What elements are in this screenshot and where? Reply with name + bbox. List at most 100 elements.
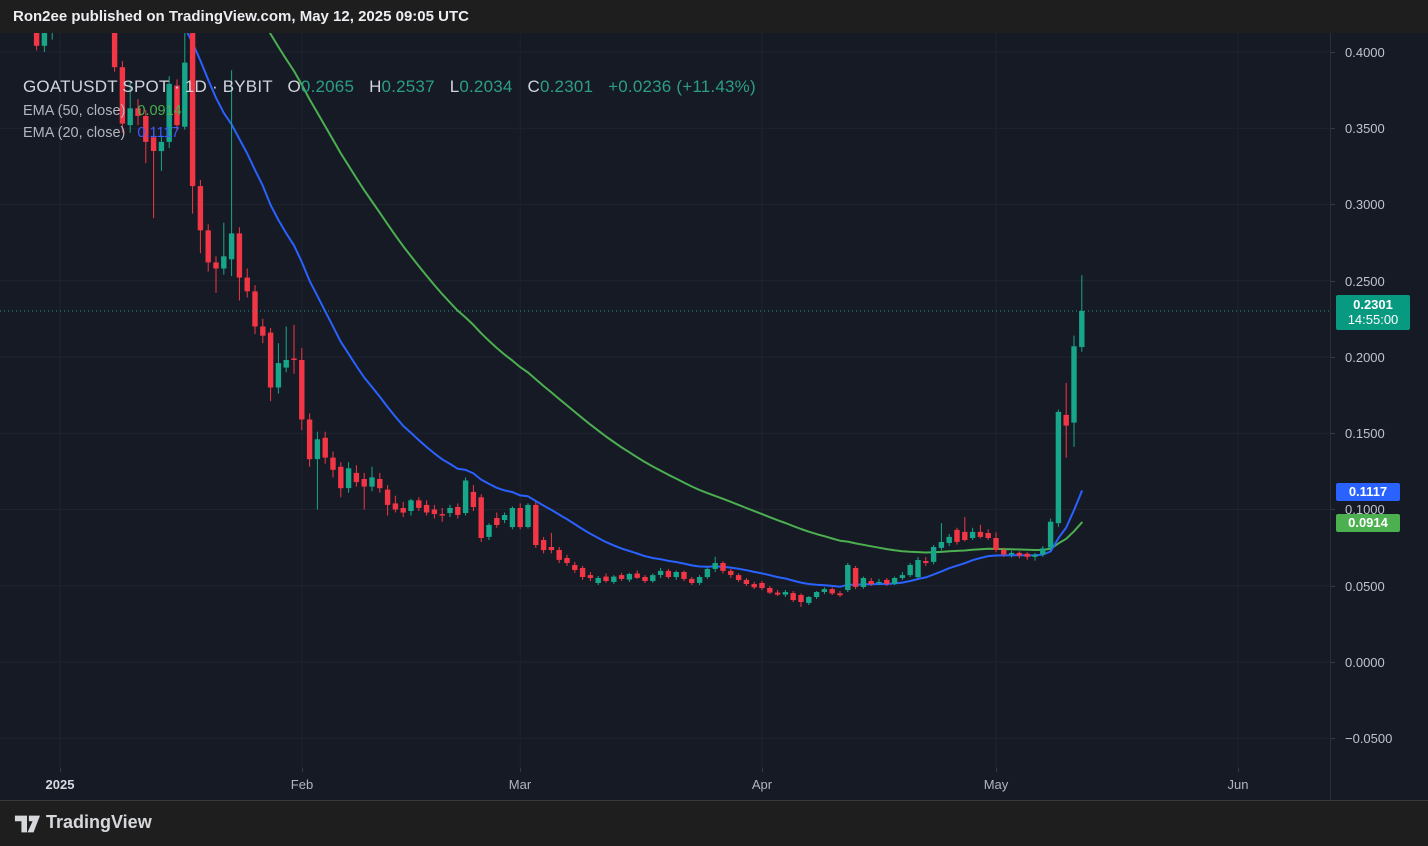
candle-body [471,492,476,507]
candle-body [947,537,952,543]
candle-body [260,327,265,336]
price-axis-tick [1331,128,1335,129]
candle-body [252,291,257,326]
candle-body [861,578,866,587]
candle-body [135,108,140,116]
candle-body [869,581,874,584]
candle-body [557,550,562,560]
candle-body [705,569,710,577]
candle-body [408,500,413,511]
candle-body [759,583,764,588]
candle-body [432,510,437,515]
candle-body [892,578,897,584]
candle-body [1009,553,1014,555]
candle-body [720,563,725,571]
candle-body [596,578,601,583]
publish-header: Ron2ee published on TradingView.com, May… [0,0,1428,33]
price-axis-label: 0.0500 [1345,579,1385,594]
candle-body [1071,346,1076,422]
candle-body [806,597,811,603]
candle-body [970,532,975,538]
candle-body [713,563,718,569]
candle-body [533,505,538,545]
candle-body [120,67,125,123]
candle-body [385,490,390,505]
candle-body [1001,550,1006,554]
candle-body [728,571,733,575]
candle-body [447,508,452,513]
price-axis-label: 0.1000 [1345,502,1385,517]
candle-body [681,572,686,579]
candle-body [1064,415,1069,426]
candle-body [486,525,491,537]
price-axis-tick [1331,281,1335,282]
candle-body [931,547,936,562]
ema20-price-badge: 0.1117 [1336,483,1400,501]
candle-body [837,593,842,595]
candle-body [650,575,655,581]
candle-body [268,333,273,388]
candle-body [775,593,780,595]
candle-body [151,137,156,151]
candle-body [549,547,554,550]
time-axis-label: Jun [1228,777,1249,792]
price-axis-tick [1331,433,1335,434]
chart-canvas[interactable]: GOATUSDT SPOT · 1D · BYBIT O0.2065 H0.25… [0,33,1330,768]
candle-body [479,497,484,538]
time-axis-tick [60,768,61,772]
candle-body [315,439,320,459]
candle-body [401,508,406,513]
candle-body [814,592,819,597]
candle-body [642,577,647,581]
candle-body [853,568,858,587]
candle-body [206,230,211,262]
tradingview-brand-text: TradingView [46,812,152,833]
time-axis[interactable]: 2025FebMarAprMayJun [0,768,1330,800]
bar-countdown: 14:55:00 [1336,312,1410,327]
candle-body [393,503,398,509]
candle-body [674,572,679,577]
price-axis-tick [1331,586,1335,587]
candle-body [884,580,889,584]
candle-body [128,108,133,125]
candle-body [510,508,515,527]
candle-body [424,505,429,513]
price-axis-label: 0.4000 [1345,45,1385,60]
candle-body [798,595,803,602]
price-axis[interactable]: 0.2301 14:55:00 0.1117 0.0914 0.40000.35… [1330,33,1428,800]
candle-body [564,558,569,563]
time-axis-label: Feb [291,777,313,792]
candle-body [908,565,913,575]
candle-body [1025,554,1030,557]
candle-body [34,33,39,46]
candle-body [346,468,351,488]
candle-body [112,33,117,67]
candle-body [221,256,226,268]
candle-body [939,542,944,548]
candle-body [744,580,749,584]
candle-body [174,86,179,126]
candle-body [494,518,499,525]
time-axis-label: 2025 [46,777,75,792]
last-price-badge: 0.2301 14:55:00 [1336,295,1410,330]
price-axis-tick [1331,357,1335,358]
candle-body [767,588,772,593]
candle-body [518,508,523,527]
time-axis-tick [302,768,303,772]
candle-body [876,582,881,583]
candle-body [167,84,172,142]
footer-bar: TradingView [0,800,1428,846]
candle-body [915,560,920,577]
candle-body [276,363,281,387]
candle-body [323,438,328,458]
candle-body [354,473,359,482]
candle-body [635,574,640,578]
candle-body [736,575,741,580]
time-axis-label: May [984,777,1009,792]
candle-body [603,577,608,581]
candle-body [198,186,203,230]
candle-body [190,33,195,186]
candle-body [923,561,928,563]
candle-body [588,575,593,578]
candle-body [822,589,827,592]
